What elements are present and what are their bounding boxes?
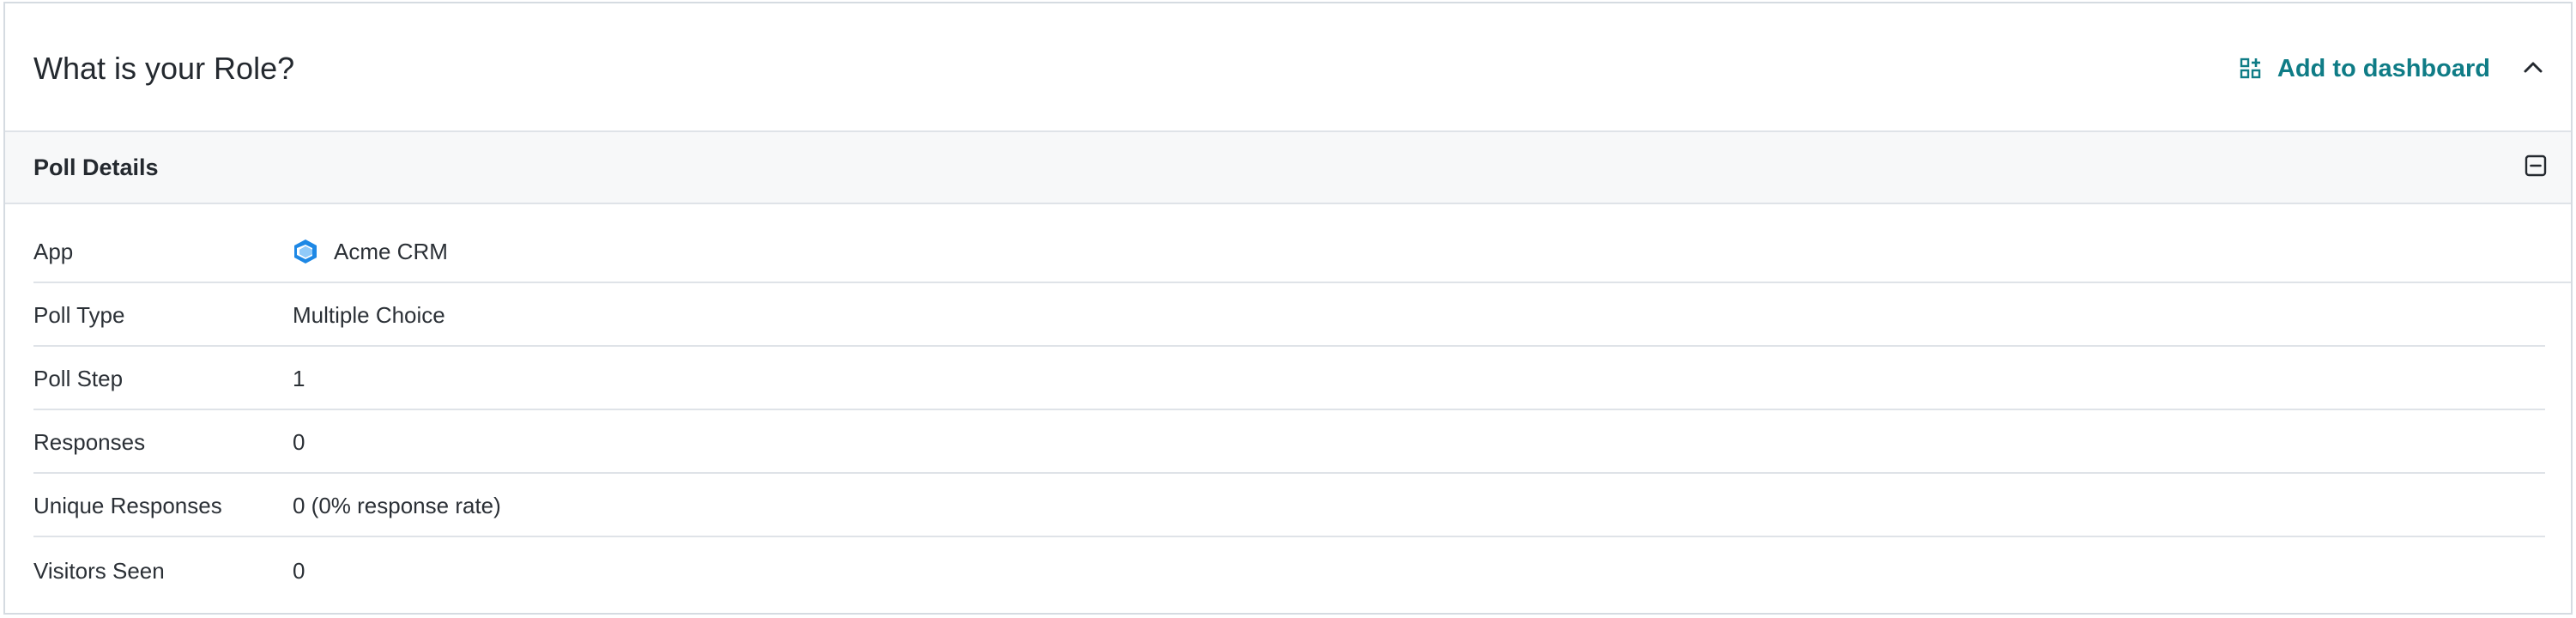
section-title: Poll Details [33, 154, 159, 180]
detail-label: Poll Type [33, 302, 125, 328]
detail-row-responses: Responses 0 [33, 410, 2545, 474]
detail-label: App [33, 239, 74, 264]
dashboard-add-icon [2240, 58, 2262, 80]
detail-row-poll-type: Poll Type Multiple Choice [33, 283, 2545, 347]
detail-label: Responses [33, 429, 146, 455]
detail-label: Poll Step [33, 366, 124, 391]
collapse-section-button[interactable] [2521, 153, 2550, 182]
detail-value: Multiple Choice [293, 302, 445, 328]
app-name: Acme CRM [334, 239, 448, 264]
detail-row-visitors-seen: Visitors Seen 0 [33, 537, 2545, 601]
page-title: What is your Role? [33, 51, 295, 86]
chevron-up-icon [2523, 60, 2543, 78]
card-header: What is your Role? Add to dashboard [5, 3, 2571, 132]
detail-row-unique-responses: Unique Responses 0 (0% response rate) [33, 474, 2545, 537]
poll-details-header: Poll Details [5, 132, 2571, 204]
detail-value: 0 [293, 429, 305, 455]
poll-card: What is your Role? Add to dashboard Poll… [3, 2, 2573, 615]
detail-label: Unique Responses [33, 493, 222, 518]
detail-row-poll-step: Poll Step 1 [33, 347, 2545, 410]
minus-square-icon [2525, 154, 2547, 181]
detail-value: 0 (0% response rate) [293, 493, 501, 518]
add-to-dashboard-label: Add to dashboard [2277, 54, 2490, 82]
collapse-card-button[interactable] [2516, 52, 2550, 86]
detail-value: 1 [293, 366, 305, 391]
app-logo-icon [293, 239, 318, 264]
poll-details-list: App Acme CRM Poll Type Multiple Choice P… [33, 204, 2571, 601]
detail-value: 0 [293, 558, 305, 584]
detail-row-app: App Acme CRM [33, 204, 2571, 283]
detail-value: Acme CRM [293, 237, 448, 266]
detail-label: Visitors Seen [33, 558, 165, 584]
add-to-dashboard-button[interactable]: Add to dashboard [2240, 50, 2490, 88]
